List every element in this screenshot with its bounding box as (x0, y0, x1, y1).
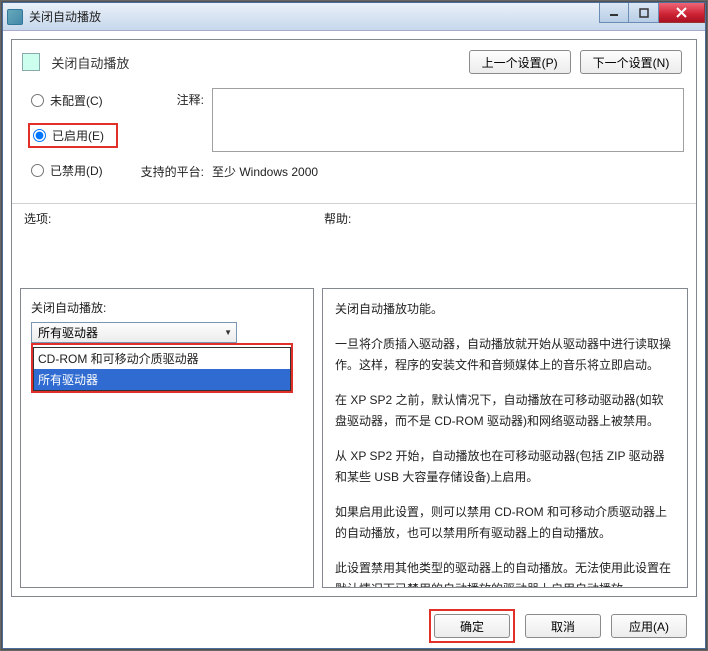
section-labels: 选项: 帮助: (12, 210, 696, 227)
help-paragraph: 从 XP SP2 开始，自动播放也在可移动驱动器(包括 ZIP 驱动器和某些 U… (335, 446, 675, 488)
radio-disabled-input[interactable] (31, 164, 44, 177)
help-paragraph: 一旦将介质插入驱动器，自动播放就开始从驱动器中进行读取操作。这样，程序的安装文件… (335, 334, 675, 376)
platform-value: 至少 Windows 2000 (212, 160, 684, 180)
autoplay-listbox-highlight: CD-ROM 和可移动介质驱动器 所有驱动器 (31, 343, 293, 393)
comment-label: 注释: (134, 88, 204, 152)
options-section-label: 关闭自动播放: (31, 299, 303, 316)
platform-row: 支持的平台: 至少 Windows 2000 (134, 160, 684, 180)
help-text[interactable]: 关闭自动播放功能。 一旦将介质插入驱动器，自动播放就开始从驱动器中进行读取操作。… (323, 289, 687, 587)
header-row: 关闭自动播放 上一个设置(P) 下一个设置(N) (12, 40, 696, 82)
footer: 确定 取消 应用(A) (3, 604, 705, 648)
help-pane: 关闭自动播放功能。 一旦将介质插入驱动器，自动播放就开始从驱动器中进行读取操作。… (322, 288, 688, 588)
autoplay-listbox[interactable]: CD-ROM 和可移动介质驱动器 所有驱动器 (33, 347, 291, 391)
list-item[interactable]: CD-ROM 和可移动介质驱动器 (34, 348, 290, 369)
close-icon (676, 7, 687, 18)
prev-setting-button[interactable]: 上一个设置(P) (469, 50, 571, 74)
help-paragraph: 此设置禁用其他类型的驱动器上的自动播放。无法使用此设置在默认情况下已禁用的自动播… (335, 558, 675, 587)
minimize-icon (609, 8, 619, 18)
help-label: 帮助: (324, 210, 684, 227)
minimize-button[interactable] (599, 3, 629, 23)
right-column: 注释: 支持的平台: 至少 Windows 2000 (134, 88, 684, 193)
combo-value: 所有驱动器 (38, 324, 98, 341)
maximize-icon (639, 8, 649, 18)
radio-not-configured[interactable]: 未配置(C) (28, 90, 118, 111)
options-pane: 关闭自动播放: 所有驱动器 ▼ CD-ROM 和可移动介质驱动器 所有驱动器 (20, 288, 314, 588)
window-title: 关闭自动播放 (29, 8, 101, 25)
radio-not-configured-input[interactable] (31, 94, 44, 107)
config-area: 未配置(C) 已启用(E) 已禁用(D) 注释: 支持的平台: (12, 82, 696, 193)
help-paragraph: 如果启用此设置，则可以禁用 CD-ROM 和可移动介质驱动器上的自动播放，也可以… (335, 502, 675, 544)
header-caption: 关闭自动播放 (51, 56, 129, 71)
titlebar: 关闭自动播放 (3, 3, 705, 31)
panes: 关闭自动播放: 所有驱动器 ▼ CD-ROM 和可移动介质驱动器 所有驱动器 (20, 288, 688, 588)
radio-enabled-label: 已启用(E) (52, 127, 104, 144)
close-button[interactable] (659, 3, 705, 23)
comment-textarea[interactable] (212, 88, 684, 152)
next-setting-button[interactable]: 下一个设置(N) (580, 50, 682, 74)
list-item[interactable]: 所有驱动器 (34, 369, 290, 390)
divider (12, 203, 696, 204)
autoplay-combo[interactable]: 所有驱动器 ▼ (31, 322, 237, 343)
window-controls (599, 3, 705, 23)
nav-buttons: 上一个设置(P) 下一个设置(N) (469, 50, 682, 74)
radio-enabled-input[interactable] (33, 129, 46, 142)
help-paragraph: 在 XP SP2 之前，默认情况下，自动播放在可移动驱动器(如软盘驱动器，而不是… (335, 390, 675, 432)
radio-not-configured-label: 未配置(C) (50, 92, 103, 109)
radio-disabled-label: 已禁用(D) (50, 162, 103, 179)
policy-icon (22, 53, 40, 71)
header-left: 关闭自动播放 (22, 53, 129, 72)
ok-button[interactable]: 确定 (434, 614, 510, 638)
dialog-window: 关闭自动播放 关闭自动播放 上一个设置(P) 下一个设置(N) (2, 2, 706, 649)
app-icon (7, 9, 23, 25)
help-paragraph: 关闭自动播放功能。 (335, 299, 675, 320)
content-area: 关闭自动播放 上一个设置(P) 下一个设置(N) 未配置(C) 已启用(E) (11, 39, 697, 597)
maximize-button[interactable] (629, 3, 659, 23)
apply-button[interactable]: 应用(A) (611, 614, 687, 638)
radio-enabled[interactable]: 已启用(E) (28, 123, 118, 148)
options-label: 选项: (24, 210, 324, 227)
radio-disabled[interactable]: 已禁用(D) (28, 160, 118, 181)
ok-button-highlight: 确定 (429, 609, 515, 643)
platform-label: 支持的平台: (134, 160, 204, 180)
comment-row: 注释: (134, 88, 684, 152)
cancel-button[interactable]: 取消 (525, 614, 601, 638)
radio-group: 未配置(C) 已启用(E) 已禁用(D) (28, 88, 118, 193)
chevron-down-icon: ▼ (224, 328, 232, 337)
